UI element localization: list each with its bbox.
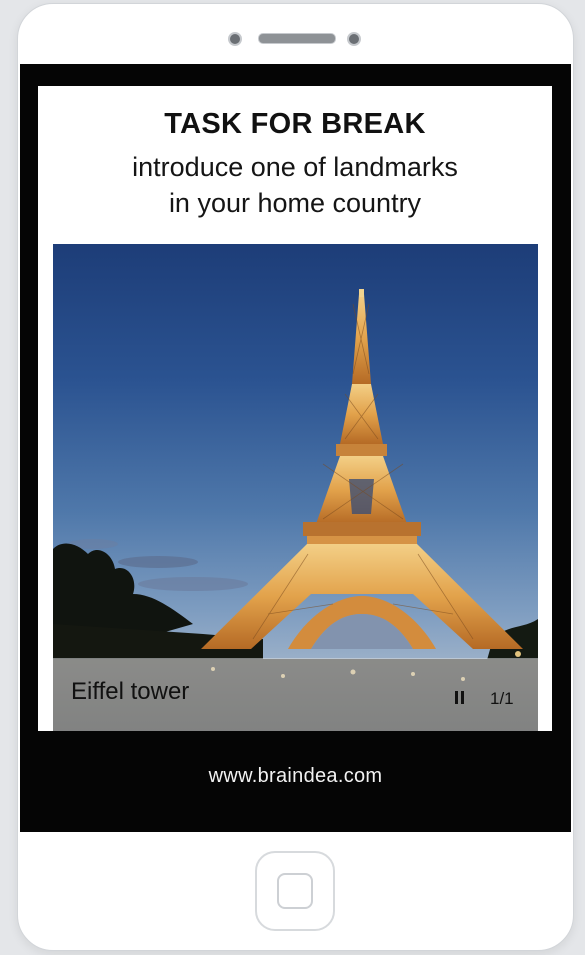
home-button[interactable] xyxy=(255,851,335,931)
slide-counter: 1/1 xyxy=(490,689,514,708)
phone-screen: TASK FOR BREAK introduce one of landmark… xyxy=(20,64,571,832)
slide-card: TASK FOR BREAK introduce one of landmark… xyxy=(38,86,552,731)
caption-bar: Eiffel tower 1/1 xyxy=(53,658,538,731)
sensor-dot xyxy=(347,32,361,46)
pause-icon[interactable] xyxy=(455,691,465,704)
photo-caption: Eiffel tower xyxy=(71,678,190,705)
task-title: TASK FOR BREAK xyxy=(164,108,426,140)
website-link[interactable]: www.braindea.com xyxy=(20,765,571,788)
task-description-line-2: in your home country xyxy=(168,188,422,218)
landmark-photo: Eiffel tower 1/1 xyxy=(53,244,538,731)
home-button-icon xyxy=(277,873,313,909)
earpiece-speaker xyxy=(258,33,336,44)
camera-dot xyxy=(228,32,242,46)
phone-top-bezel xyxy=(18,4,573,64)
phone-frame: TASK FOR BREAK introduce one of landmark… xyxy=(17,3,574,951)
task-description-line-1: introduce one of landmarks xyxy=(132,152,458,182)
